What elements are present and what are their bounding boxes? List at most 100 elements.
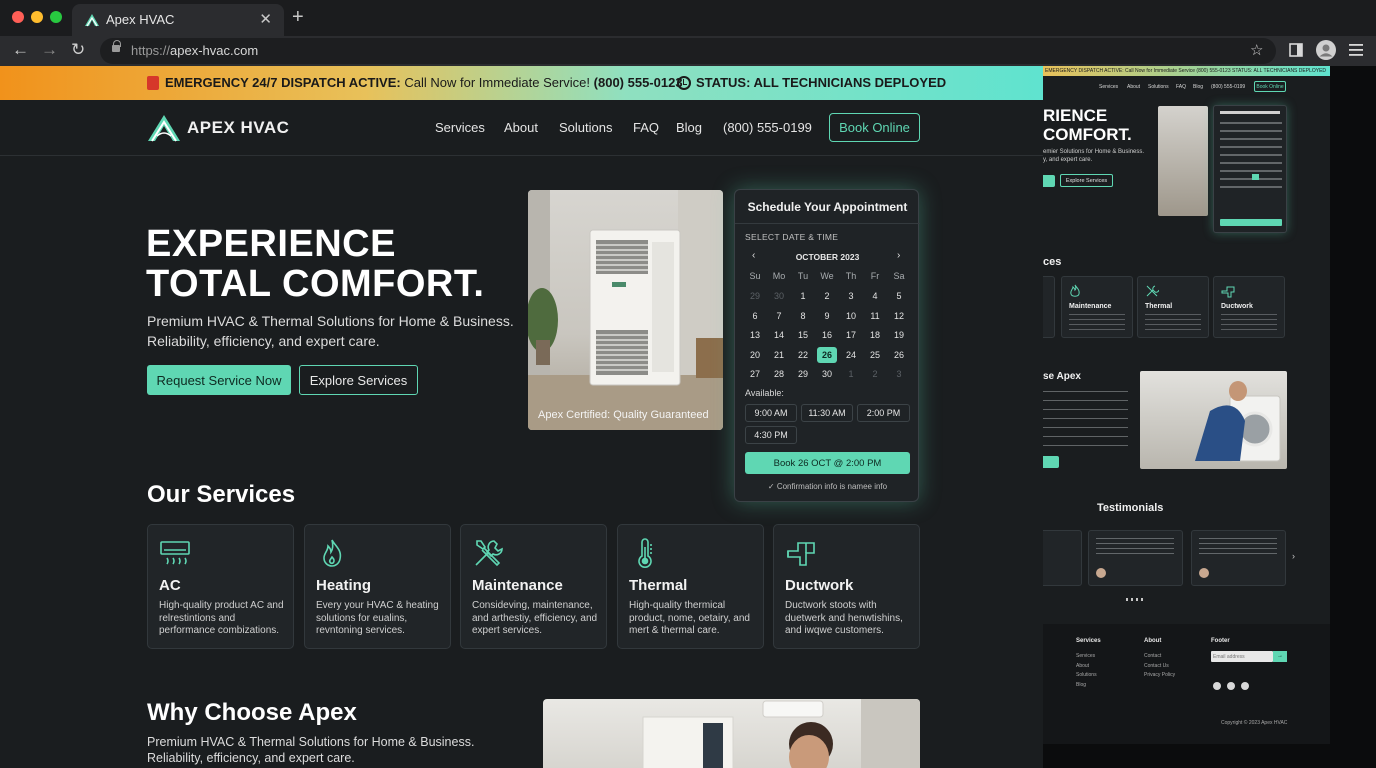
footer-link[interactable]: Solutions	[1076, 672, 1097, 678]
calendar-day[interactable]: 24	[841, 347, 861, 363]
address-bar[interactable]: https://apex-hvac.com ☆	[100, 38, 1276, 64]
footer-email-input[interactable]	[1211, 651, 1273, 662]
calendar-day[interactable]: 25	[865, 347, 885, 363]
footer-link[interactable]: Contact Us	[1144, 663, 1169, 669]
overlay-service-card[interactable]: Maintenance	[1061, 276, 1133, 338]
overlay-request-button[interactable]	[1043, 175, 1055, 187]
appointment-title: Schedule Your Appointment	[735, 190, 920, 224]
calendar-day[interactable]: 22	[793, 347, 813, 363]
overlay-nav-item[interactable]: Solutions	[1148, 84, 1169, 90]
overlay-nav-item[interactable]: Services	[1099, 84, 1118, 90]
bookmark-star-icon[interactable]: ☆	[1250, 41, 1263, 59]
overlay-explore-button[interactable]: Explore Services	[1060, 174, 1113, 187]
service-card-ac[interactable]: AC High-quality product AC and relrestin…	[147, 524, 294, 649]
close-tab-icon[interactable]: ✕	[259, 10, 272, 28]
header-phone[interactable]: (800) 555-0199	[723, 120, 812, 135]
calendar-day[interactable]: 8	[793, 308, 813, 324]
back-icon[interactable]: ←	[12, 40, 29, 60]
calendar-day[interactable]: 5	[889, 288, 909, 304]
sidebar-toggle-icon[interactable]	[1289, 43, 1303, 57]
calendar-day[interactable]: 14	[769, 327, 789, 343]
overlay-nav-item[interactable]: About	[1127, 84, 1140, 90]
overlay-nav-item[interactable]: FAQ	[1176, 84, 1186, 90]
calendar-day[interactable]: 4	[865, 288, 885, 304]
calendar-day[interactable]: 17	[841, 327, 861, 343]
facebook-icon[interactable]	[1213, 682, 1221, 690]
calendar-day[interactable]: 6	[745, 308, 765, 324]
reload-icon[interactable]: ↻	[71, 40, 85, 60]
calendar-day[interactable]: 30	[817, 366, 837, 382]
minimize-window-button[interactable]	[31, 11, 43, 23]
profile-avatar-icon[interactable]	[1316, 40, 1336, 60]
overlay-nav-item[interactable]: Blog	[1193, 84, 1203, 90]
calendar-day[interactable]: 29	[793, 366, 813, 382]
calendar-day[interactable]: 7	[769, 308, 789, 324]
explore-services-button[interactable]: Explore Services	[299, 365, 418, 395]
calendar-day[interactable]: 19	[889, 327, 909, 343]
url-text: https://apex-hvac.com	[131, 43, 259, 58]
calendar-day[interactable]: 10	[841, 308, 861, 324]
close-window-button[interactable]	[12, 11, 24, 23]
calendar-day-selected[interactable]: 26	[817, 346, 837, 363]
service-name: Thermal	[629, 577, 688, 594]
service-name: AC	[159, 577, 181, 594]
browser-tab[interactable]: Apex HVAC ✕	[72, 4, 284, 36]
calendar-day[interactable]: 28	[769, 366, 789, 382]
time-slot[interactable]: 11:30 AM	[801, 404, 853, 422]
nav-solutions[interactable]: Solutions	[559, 120, 612, 135]
calendar-day[interactable]: 9	[817, 308, 837, 324]
service-card-heating[interactable]: Heating Every your HVAC & heating soluti…	[304, 524, 451, 649]
nav-faq[interactable]: FAQ	[633, 120, 659, 135]
time-slot[interactable]: 4:30 PM	[745, 426, 797, 444]
calendar-day[interactable]: 21	[769, 347, 789, 363]
calendar-day[interactable]: 27	[745, 366, 765, 382]
calendar-day[interactable]: 15	[793, 327, 813, 343]
nav-about[interactable]: About	[504, 120, 538, 135]
service-card-maintenance[interactable]: Maintenance Consideving, maintenance, an…	[460, 524, 607, 649]
overlay-nav-item[interactable]: (800) 555-0199	[1211, 84, 1245, 90]
overlay-book-button[interactable]: Book Online	[1254, 81, 1286, 92]
apex-logo-icon[interactable]	[146, 112, 182, 144]
time-slot[interactable]: 9:00 AM	[745, 404, 797, 422]
new-tab-icon[interactable]: +	[292, 6, 304, 29]
overlay-service-card[interactable]: Ductwork	[1213, 276, 1285, 338]
book-online-button[interactable]: Book Online	[829, 113, 920, 142]
emergency-phone[interactable]: (800) 555-0123	[594, 75, 683, 90]
calendar-day[interactable]: 2	[817, 288, 837, 304]
menu-icon[interactable]	[1349, 44, 1363, 56]
footer-link[interactable]: About	[1076, 663, 1089, 669]
footer-link[interactable]: Contact	[1144, 653, 1161, 659]
calendar-day[interactable]: 18	[865, 327, 885, 343]
subscribe-arrow-button[interactable]: →	[1273, 651, 1287, 662]
footer-link[interactable]: Services	[1076, 653, 1095, 659]
calendar-day[interactable]: 13	[745, 327, 765, 343]
forward-icon[interactable]: →	[41, 40, 58, 60]
calendar-day[interactable]: 12	[889, 308, 909, 324]
carousel-dots[interactable]	[1126, 598, 1146, 601]
calendar-day[interactable]: 16	[817, 327, 837, 343]
overlay-service-card[interactable]: Thermal	[1137, 276, 1209, 338]
nav-blog[interactable]: Blog	[676, 120, 702, 135]
calendar-day[interactable]: 11	[865, 308, 885, 324]
calendar-day[interactable]: 26	[889, 347, 909, 363]
calendar-weekday: Sa	[893, 271, 905, 281]
request-service-button[interactable]: Request Service Now	[147, 365, 291, 395]
instagram-icon[interactable]	[1227, 682, 1235, 690]
calendar-day[interactable]: 1	[793, 288, 813, 304]
maximize-window-button[interactable]	[50, 11, 62, 23]
next-month-icon[interactable]: ›	[897, 250, 900, 261]
footer-link[interactable]: Blog	[1076, 682, 1086, 688]
calendar-day[interactable]: 20	[745, 347, 765, 363]
brand-name[interactable]: APEX HVAC	[187, 118, 289, 138]
nav-services[interactable]: Services	[435, 120, 485, 135]
service-card-thermal[interactable]: Thermal High-quality thermical product, …	[617, 524, 764, 649]
overlay-why-button[interactable]	[1043, 456, 1059, 468]
overlay-service-card[interactable]	[1043, 276, 1055, 338]
calendar-day[interactable]: 3	[841, 288, 861, 304]
youtube-icon[interactable]	[1241, 682, 1249, 690]
overlay-next-icon[interactable]: ›	[1292, 551, 1295, 561]
footer-link[interactable]: Privacy Policy	[1144, 672, 1175, 678]
time-slot[interactable]: 2:00 PM	[857, 404, 910, 422]
book-appointment-button[interactable]: Book 26 OCT @ 2:00 PM	[745, 452, 910, 474]
service-card-ductwork[interactable]: Ductwork Ductwork stoots with duetwerk a…	[773, 524, 920, 649]
